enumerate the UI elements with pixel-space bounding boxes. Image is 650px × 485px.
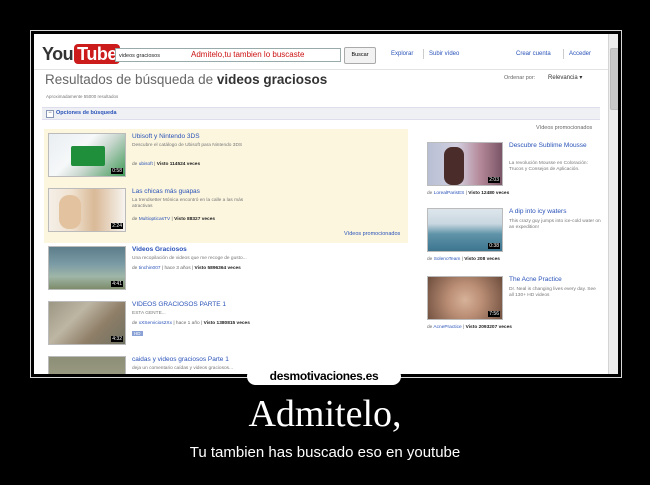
result-title[interactable]: VIDEOS GRACIOSOS PARTE 1 (132, 301, 226, 308)
result-meta: de ubisoft | Visto 114524 veces (132, 162, 201, 167)
result-meta: de tinchin007 | hace 3 años | Visto 5896… (132, 266, 241, 271)
search-input[interactable]: videos graciosos Admitelo,tu tambien lo … (115, 48, 341, 62)
promoted-title[interactable]: A dip into icy waters (509, 208, 599, 216)
video-thumbnail[interactable] (48, 356, 126, 374)
nav-subir-video[interactable]: Subir vídeo (429, 51, 459, 57)
promoted-description: This crazy guy jumps into ice-cold water… (509, 219, 601, 230)
video-thumbnail[interactable]: 0:58 (48, 133, 126, 177)
console-shape (71, 146, 105, 166)
promoted-description: La revolución Mousse en Coloración: Truc… (509, 161, 588, 172)
youtube-screenshot: You Tube videos graciosos Admitelo,tu tam… (34, 34, 618, 374)
hd-badge: HD (132, 331, 143, 336)
results-count: Aproximadamente 55000 resultados (46, 94, 119, 99)
site-watermark: desmotivaciones.es (247, 368, 401, 385)
create-account-link[interactable]: Crear cuenta (516, 51, 551, 57)
result-title[interactable]: Videos Graciosos (132, 246, 187, 253)
search-value: videos graciosos (119, 53, 160, 59)
vertical-scrollbar[interactable] (608, 34, 618, 374)
poster-subcaption: Tu tambien has buscado eso en youtube (189, 444, 461, 461)
promoted-meta: de SolenoTeam | Visto 208 veces (427, 257, 500, 262)
youtube-logo[interactable]: You Tube (42, 44, 120, 65)
header-divider (34, 69, 609, 70)
sort-label: Ordenar por: (504, 75, 536, 81)
result-title[interactable]: caidas y videos graciosos Parte 1 (132, 356, 229, 363)
scrollbar-thumb[interactable] (610, 48, 618, 110)
video-thumbnail[interactable]: 0:38 (427, 208, 503, 252)
duration-badge: 0:38 (488, 243, 500, 249)
promoted-header: Vídeos promocionados (536, 125, 593, 131)
result-title[interactable]: Las chicas más guapas (132, 188, 200, 195)
search-options-link[interactable]: Opciones de búsqueda (56, 110, 117, 116)
sort-select[interactable]: Relevancia ▾ (548, 74, 582, 81)
video-thumbnail[interactable]: 2:03 (427, 142, 503, 186)
nav-explorar[interactable]: Explorar (391, 51, 413, 57)
promoted-videos-link[interactable]: Vídeos promocionados (344, 231, 400, 237)
video-thumbnail[interactable]: 4:32 (48, 301, 126, 345)
duration-badge: 0:58 (111, 168, 123, 174)
result-description: Una recopilación de videos que me recoge… (132, 256, 247, 261)
person-shape (444, 147, 464, 185)
video-thumbnail[interactable]: 7:56 (427, 276, 503, 320)
sign-in-link[interactable]: Acceder (569, 51, 591, 57)
duration-badge: 4:41 (111, 281, 123, 287)
promoted-meta: de LorealParisES | Visto 12480 veces (427, 191, 510, 196)
nav-divider (563, 49, 564, 59)
search-button[interactable]: Buscar (344, 47, 376, 64)
collapse-toggle-icon[interactable]: − (46, 110, 54, 118)
duration-badge: 2:24 (111, 223, 123, 229)
result-description: La trendsetter Mónica encontró en la cal… (132, 198, 244, 209)
face-shape (59, 195, 81, 229)
promoted-description: Dr. Neal is changing lives every day. Se… (509, 287, 596, 298)
search-options-bar (42, 107, 600, 120)
nav-divider (423, 49, 424, 59)
result-description: Descubre el catálogo de Ubisoft para Nin… (132, 143, 243, 148)
promoted-title[interactable]: The Acne Practice (509, 276, 599, 284)
search-overlay-text: Admitelo,tu tambien lo buscaste (191, 50, 305, 59)
video-thumbnail[interactable]: 4:41 (48, 246, 126, 290)
result-description: ESTA GENTE... (132, 311, 166, 316)
duration-badge: 2:03 (488, 177, 500, 183)
video-thumbnail[interactable]: 2:24 (48, 188, 126, 232)
duration-badge: 7:56 (488, 311, 500, 317)
duration-badge: 4:32 (111, 336, 123, 342)
results-title: Resultados de búsqueda de videos gracios… (45, 72, 328, 87)
result-title[interactable]: Ubisoft y Nintendo 3DS (132, 133, 200, 140)
result-meta: de MultiopticasTV | Visto 88327 veces (132, 217, 216, 222)
result-meta: de xXServicios2Xx | hace 1 año | Visto 1… (132, 321, 250, 326)
promoted-title[interactable]: Descubre Sublime Mousse (509, 142, 599, 150)
promoted-meta: de AcnePractice | Visto 2093207 veces (427, 325, 512, 330)
poster-frame: You Tube videos graciosos Admitelo,tu tam… (30, 30, 622, 378)
poster-caption: Admitelo, (248, 393, 402, 435)
